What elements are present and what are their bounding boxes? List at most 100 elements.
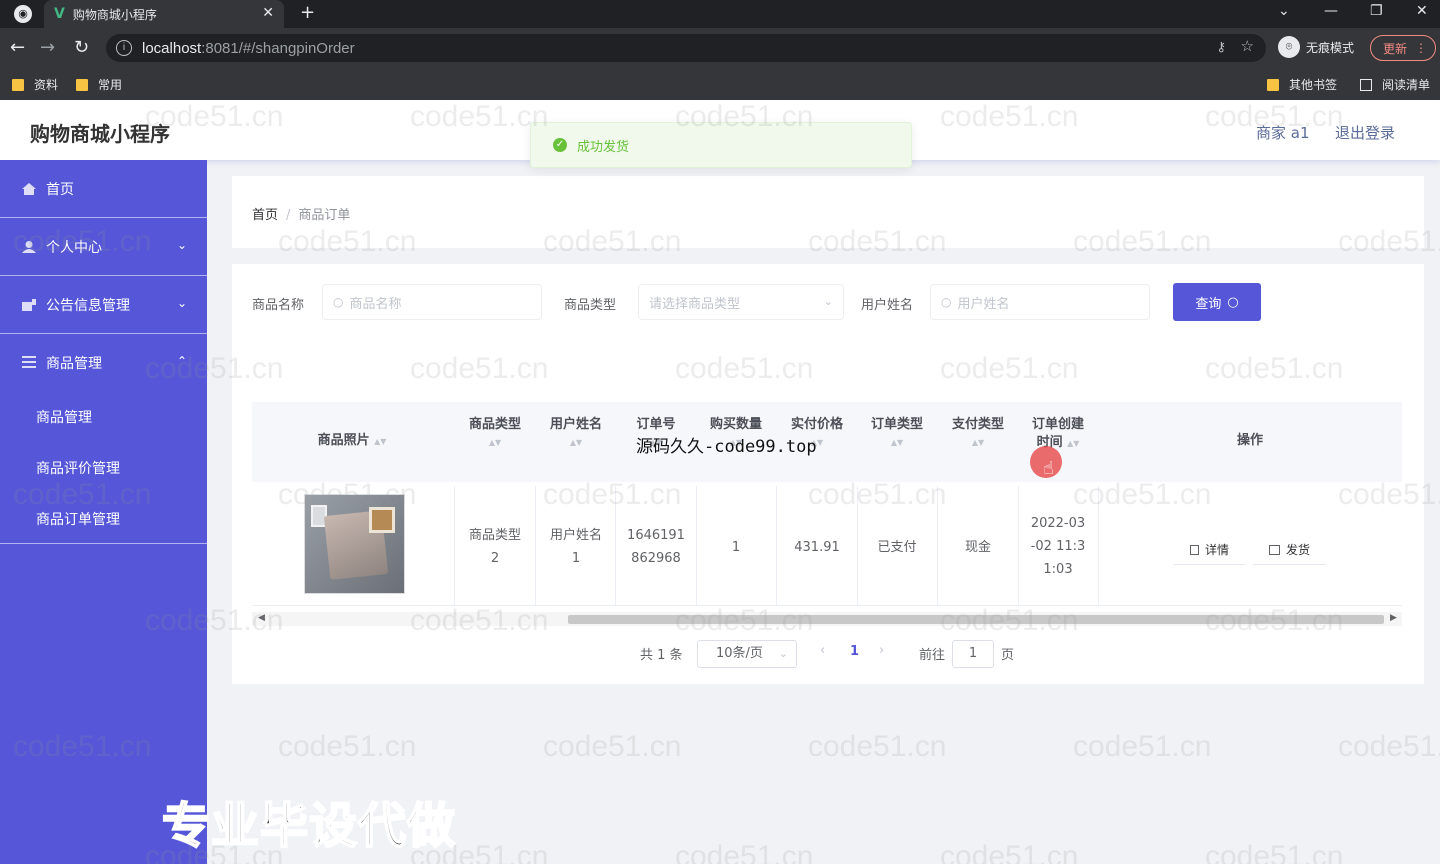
incognito-indicator[interactable]: ⌾ 无痕模式 bbox=[1278, 36, 1354, 58]
back-icon[interactable]: ← bbox=[10, 37, 25, 58]
scroll-right-icon[interactable]: ▶ bbox=[1390, 613, 1397, 623]
chevron-down-icon: ⌄ bbox=[176, 238, 187, 252]
name-placeholder: 商品名称 bbox=[349, 296, 402, 312]
ship-button[interactable]: 发货 bbox=[1253, 535, 1327, 565]
bookmarks-bar: 资料 常用 其他书签 阅读清单 bbox=[0, 68, 1440, 100]
user-filter-label: 用户姓名 bbox=[861, 298, 914, 313]
close-tab-icon[interactable]: ✕ bbox=[262, 5, 274, 21]
cell-type: 商品类型 2 bbox=[468, 528, 521, 566]
type-select[interactable]: 请选择商品类型 ⌄ bbox=[638, 284, 844, 320]
sidebar-subitem-goods[interactable]: 商品管理 bbox=[36, 407, 92, 427]
browser-tab[interactable]: V 购物商城小程序 ✕ bbox=[44, 0, 284, 28]
user-search-input[interactable]: ○ 用户姓名 bbox=[930, 284, 1150, 320]
toast-message: 成功发货 bbox=[577, 139, 630, 155]
update-button[interactable]: 更新 ⋮ bbox=[1370, 35, 1436, 61]
list-icon bbox=[22, 356, 36, 368]
detail-button[interactable]: 详情 bbox=[1174, 535, 1246, 565]
new-tab-icon[interactable]: + bbox=[300, 2, 315, 23]
more-menu-icon: ⋮ bbox=[1415, 41, 1428, 55]
table-header: 商品照片 ▲▼ 商品类型 ▲▼ 用户姓名 ▲▼ 订单号 ▲▼ 购买数量 ▲▼ 实付价格 ▲… bbox=[252, 402, 1402, 482]
site-info-icon[interactable]: i bbox=[116, 40, 132, 56]
col-label: 操作 bbox=[1236, 433, 1263, 448]
minimize-icon[interactable]: — bbox=[1324, 3, 1338, 19]
cell-order-no: 1646191 862968 bbox=[627, 528, 685, 566]
sidebar-item-label: 个人中心 bbox=[46, 239, 102, 256]
watermark-text: code51.cn bbox=[1205, 840, 1344, 864]
close-window-icon[interactable]: ✕ bbox=[1416, 3, 1428, 19]
other-bookmarks[interactable]: 其他书签 bbox=[1267, 76, 1337, 93]
bookmark-label: 常用 bbox=[98, 78, 123, 92]
sidebar-subitem-orders[interactable]: 商品订单管理 bbox=[36, 509, 120, 529]
page-size-select[interactable]: 10条/页 ⌄ bbox=[697, 640, 797, 668]
url-path: :8081/#/shangpinOrder bbox=[201, 39, 355, 57]
app-title: 购物商城小程序 bbox=[30, 122, 170, 146]
query-button[interactable]: 查询 ○ bbox=[1173, 283, 1261, 321]
notice-icon bbox=[22, 298, 36, 311]
reading-list-icon bbox=[1360, 78, 1372, 91]
breadcrumb-home[interactable]: 首页 bbox=[252, 208, 278, 223]
password-key-icon[interactable]: ⚷ bbox=[1216, 39, 1226, 55]
sort-icon: ▲▼ bbox=[488, 438, 502, 447]
logout-link[interactable]: 退出登录 bbox=[1335, 122, 1395, 143]
overlay-banner-text: 专业毕设代做 bbox=[161, 797, 457, 855]
bookmark-folder-ziliao[interactable]: 资料 bbox=[12, 76, 58, 93]
bookmark-star-icon[interactable]: ☆ bbox=[1241, 37, 1254, 55]
reading-list-label: 阅读清单 bbox=[1382, 78, 1431, 92]
watermark-text: code51.cn bbox=[675, 840, 814, 864]
reload-icon[interactable]: ↻ bbox=[74, 37, 89, 58]
restore-icon[interactable]: ❐ bbox=[1370, 3, 1383, 19]
cell-quantity: 1 bbox=[731, 540, 741, 555]
mouse-cursor: ☝ bbox=[1030, 446, 1062, 479]
page-number[interactable]: 1 bbox=[850, 644, 859, 659]
bookmark-folder-changyong[interactable]: 常用 bbox=[76, 76, 122, 93]
success-toast: ✓ 成功发货 bbox=[530, 122, 912, 168]
col-created[interactable]: 订单创建 时间 ▲▼ bbox=[1020, 416, 1096, 453]
browser-menu-icon[interactable]: ◉ bbox=[14, 5, 32, 23]
sidebar-subitem-reviews[interactable]: 商品评价管理 bbox=[36, 458, 120, 478]
col-user[interactable]: 用户姓名 ▲▼ bbox=[538, 416, 614, 448]
page-unit-label: 页 bbox=[1001, 648, 1015, 663]
next-page-icon[interactable]: › bbox=[879, 643, 884, 658]
scroll-thumb[interactable] bbox=[568, 615, 1384, 624]
detail-label: 详情 bbox=[1205, 543, 1230, 557]
watermark-text: code51.cn bbox=[278, 730, 417, 763]
product-photo bbox=[304, 494, 405, 594]
overlay-source-text: 源码久久-code99.top bbox=[636, 437, 817, 457]
breadcrumb-card: 首页 / 商品订单 bbox=[232, 176, 1424, 248]
col-photo[interactable]: 商品照片 ▲▼ bbox=[302, 432, 402, 451]
prev-page-icon[interactable]: ‹ bbox=[820, 643, 825, 658]
type-placeholder: 请选择商品类型 bbox=[649, 296, 741, 312]
folder-icon bbox=[1267, 78, 1279, 91]
url-input[interactable]: i localhost :8081/#/shangpinOrder ⚷ ☆ bbox=[106, 34, 1266, 62]
watermark-text: code51.cn bbox=[1073, 730, 1212, 763]
col-type[interactable]: 商品类型 ▲▼ bbox=[457, 416, 533, 448]
watermark-text: code51.cn bbox=[1338, 730, 1440, 763]
cell-order-type: 已支付 bbox=[877, 540, 917, 555]
order-list-card: 商品名称 ○ 商品名称 商品类型 请选择商品类型 ⌄ 用户姓名 ○ 用户姓名 查… bbox=[232, 264, 1424, 684]
sidebar-item-home[interactable]: 首页 bbox=[0, 160, 207, 218]
name-search-input[interactable]: ○ 商品名称 bbox=[322, 284, 542, 320]
cell-created: 2022-03 -02 11:3 1:03 bbox=[1030, 516, 1086, 577]
name-filter-label: 商品名称 bbox=[252, 298, 305, 313]
reading-list[interactable]: 阅读清单 bbox=[1360, 76, 1430, 93]
tab-search-icon[interactable]: ⌄ bbox=[1278, 3, 1290, 19]
chevron-down-icon: ⌄ bbox=[778, 647, 788, 660]
chevron-up-icon: ⌃ bbox=[176, 354, 187, 368]
sidebar-item-profile[interactable]: 个人中心 ⌄ bbox=[0, 218, 207, 276]
search-icon: ○ bbox=[333, 295, 344, 309]
chevron-down-icon: ⌄ bbox=[176, 296, 187, 310]
horizontal-scrollbar[interactable]: ◀ ▶ bbox=[252, 612, 1402, 626]
sidebar-item-notice[interactable]: 公告信息管理 ⌄ bbox=[0, 276, 207, 334]
forward-icon[interactable]: → bbox=[40, 37, 55, 58]
col-label: 实付价格 bbox=[790, 417, 843, 432]
sidebar-item-label: 首页 bbox=[46, 181, 74, 198]
col-pay-type[interactable]: 支付类型 ▲▼ bbox=[940, 416, 1016, 448]
col-actions: 操作 bbox=[1152, 432, 1348, 450]
scroll-left-icon[interactable]: ◀ bbox=[258, 613, 265, 623]
vue-logo-icon: V bbox=[54, 6, 65, 22]
col-order-type[interactable]: 订单类型 ▲▼ bbox=[859, 416, 935, 448]
user-icon bbox=[22, 240, 36, 253]
watermark-text: code51.cn bbox=[940, 840, 1079, 864]
incognito-label: 无痕模式 bbox=[1306, 40, 1355, 55]
goto-page-input[interactable]: 1 bbox=[952, 640, 994, 668]
